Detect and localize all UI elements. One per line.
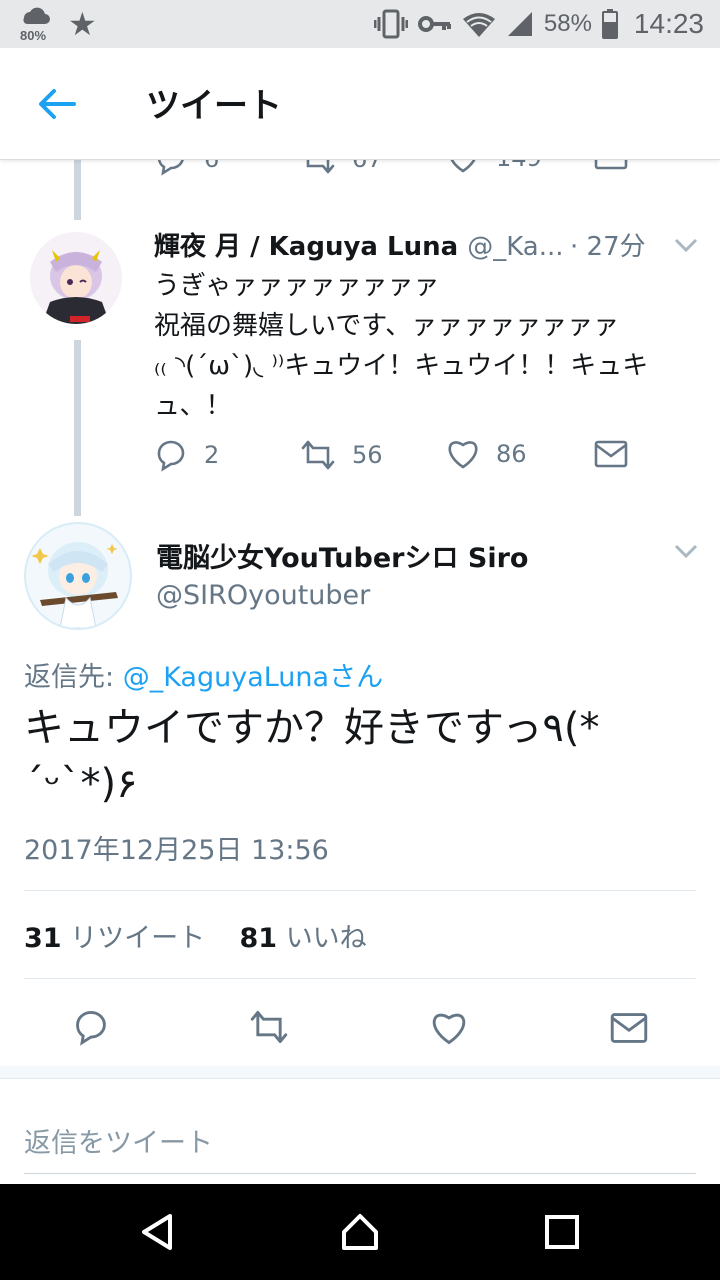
tweet-text: キュウイですか？好きですっ٩(*´ᵕ`*)۶ xyxy=(24,705,600,807)
page-title: ツイート xyxy=(146,86,282,126)
reply-to-label: 返信先: xyxy=(24,662,123,693)
back-icon[interactable] xyxy=(138,1212,178,1252)
focused-tweet-actions xyxy=(0,1008,720,1048)
reply-to-user-link[interactable]: @_KaguyaLunaさん xyxy=(123,662,383,693)
retweets-number: 31 xyxy=(24,923,62,954)
divider xyxy=(24,890,696,891)
tweet-time: · 27分 xyxy=(570,232,646,262)
author-handle[interactable]: @SIROyoutuber xyxy=(156,580,370,611)
chevron-down-icon[interactable] xyxy=(674,238,698,252)
dm-action[interactable] xyxy=(594,440,628,468)
avatar[interactable] xyxy=(24,522,132,630)
mail-icon xyxy=(594,440,628,468)
system-nav-bar xyxy=(0,1184,720,1280)
reply-icon xyxy=(157,440,185,472)
retweet-icon[interactable] xyxy=(248,1008,290,1046)
reply-composer[interactable]: 返信をツイート xyxy=(0,1078,720,1184)
retweets-label: リツイート xyxy=(70,923,206,954)
divider xyxy=(24,978,696,979)
chevron-down-icon[interactable] xyxy=(674,544,698,558)
battery-percent: 58% xyxy=(543,10,592,37)
retweets-stat[interactable]: 31 リツイート xyxy=(24,923,205,954)
app-header: ツイート xyxy=(0,48,720,160)
data-transfer-icon: 80% xyxy=(20,6,54,44)
back-arrow-icon[interactable] xyxy=(36,86,76,122)
like-action[interactable]: 86 xyxy=(446,438,527,470)
thread-line xyxy=(74,160,81,220)
thread-line xyxy=(74,340,81,516)
reply-input-underline xyxy=(24,1173,696,1174)
status-bar: 80% ★ 58% 14:23 xyxy=(0,0,720,48)
reply-icon[interactable] xyxy=(72,1008,110,1046)
display-name: 輝夜 月 / Kaguya Luna xyxy=(154,232,459,262)
reply-input-placeholder[interactable]: 返信をツイート xyxy=(24,1121,213,1160)
tweet-actions: 2 56 86 xyxy=(0,438,720,478)
key-icon xyxy=(417,16,451,32)
vibrate-icon xyxy=(373,9,408,39)
like-count: 86 xyxy=(496,440,527,468)
retweet-icon xyxy=(301,440,335,470)
wifi-icon xyxy=(462,13,495,37)
heart-icon xyxy=(448,441,478,469)
recents-icon[interactable] xyxy=(542,1212,582,1252)
tweet-author-name[interactable]: 輝夜 月 / Kaguya Luna @_Ka... xyxy=(154,226,564,263)
likes-stat[interactable]: 81 いいね xyxy=(240,923,367,954)
tweet-text: うぎゃァァァァァァァァ 祝福の舞嬉しいです、ァァァァァァァァ ₍₍ ◝(´ω`)… xyxy=(154,271,649,421)
reply-action[interactable]: 2 xyxy=(154,438,219,472)
reply-count: 2 xyxy=(204,441,220,469)
author-handle: @_Ka... xyxy=(467,232,564,262)
home-icon[interactable] xyxy=(340,1212,380,1252)
star-icon: ★ xyxy=(68,5,97,43)
heart-icon[interactable] xyxy=(430,1010,468,1046)
reply-to-line: 返信先: @_KaguyaLunaさん xyxy=(24,655,383,694)
section-separator xyxy=(0,1066,720,1078)
avatar[interactable] xyxy=(30,232,122,324)
tweet-stats: 31 リツイート 81 いいね xyxy=(24,916,367,955)
clock: 14:23 xyxy=(633,8,704,39)
likes-number: 81 xyxy=(239,923,278,954)
retweet-action[interactable]: 56 xyxy=(300,438,383,472)
mail-icon[interactable] xyxy=(610,1012,648,1044)
tweet-datetime: 2017年12月25日 13:56 xyxy=(24,835,329,866)
data-saver-percent: 80% xyxy=(20,28,47,43)
retweet-count: 56 xyxy=(352,441,383,469)
battery-icon xyxy=(601,9,618,39)
signal-icon xyxy=(507,12,532,36)
tweet-author-name[interactable]: 電脳少女YouTuberシロ Siro xyxy=(156,536,528,575)
likes-label: いいね xyxy=(285,923,367,954)
